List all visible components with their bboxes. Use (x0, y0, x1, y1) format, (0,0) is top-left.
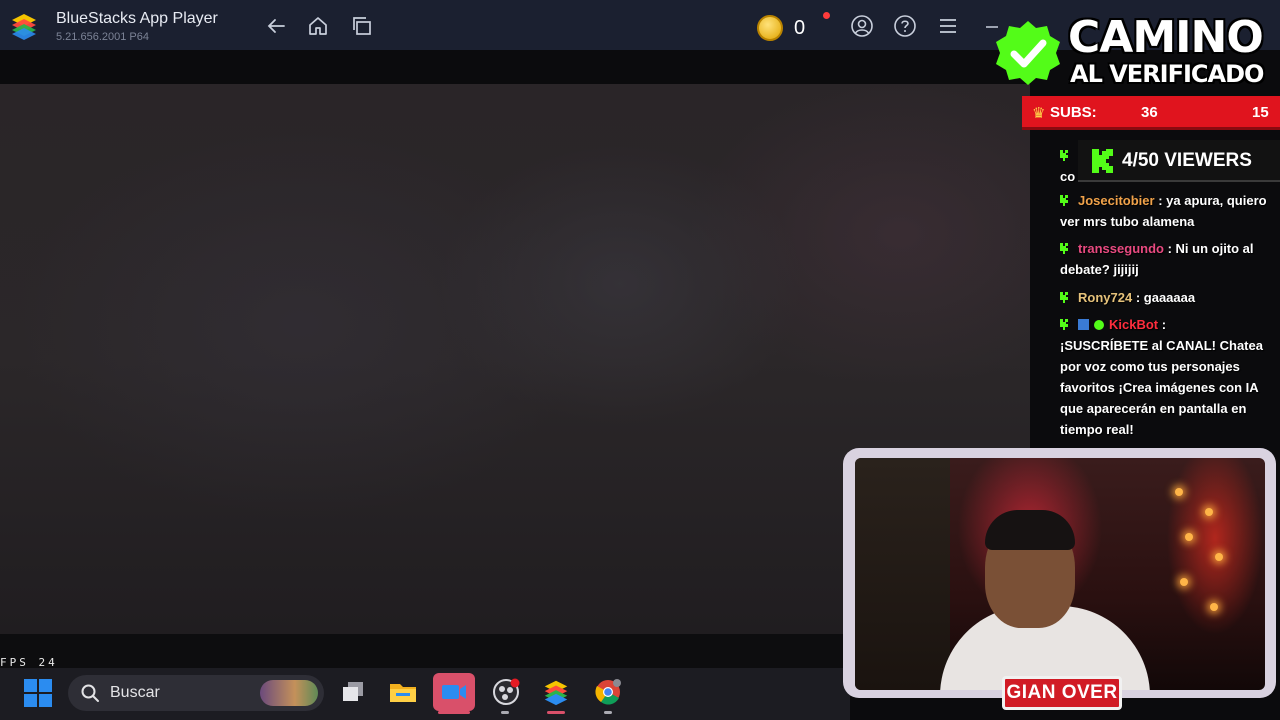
app-title: BlueStacks App Player (56, 10, 218, 27)
task-view-icon[interactable] (337, 676, 369, 708)
home-icon[interactable] (306, 14, 330, 38)
help-icon[interactable] (893, 14, 917, 38)
search-placeholder: Buscar (110, 684, 160, 701)
chat-text: : gaaaaaa (1135, 290, 1196, 305)
string-lights (1155, 478, 1235, 638)
running-indicator (547, 711, 565, 714)
menu-icon[interactable] (936, 14, 960, 38)
coin-icon[interactable] (757, 15, 783, 41)
coin-count: 0 (794, 17, 806, 39)
bluestacks-taskbar-icon[interactable] (540, 676, 572, 708)
kick-badge-icon (1060, 195, 1068, 206)
chat-message-bot: KickBot : ¡SUSCRÍBETE al CANAL! Chatea p… (1060, 314, 1275, 440)
back-arrow-icon[interactable] (264, 14, 288, 38)
chat-username: KickBot (1109, 317, 1159, 332)
video-app-icon[interactable] (433, 673, 475, 711)
bot-badge-icon (1078, 319, 1089, 330)
windows-start-icon[interactable] (24, 679, 52, 707)
stage-bottom-bar (0, 634, 850, 668)
kick-badge-icon (1060, 150, 1068, 161)
kick-badge-icon (1060, 319, 1068, 330)
viewers-count: 4/50 VIEWERS (1122, 150, 1252, 171)
kick-badge-icon (1060, 243, 1068, 254)
subs-label: SUBS: (1050, 104, 1097, 121)
notification-dot (823, 12, 830, 19)
search-highlight-image (260, 680, 318, 706)
chat-username: transsegundo (1078, 241, 1164, 256)
bookshelf (855, 458, 950, 690)
recent-apps-icon[interactable] (350, 14, 374, 38)
kick-badge-icon (1060, 292, 1068, 303)
chat-message: transsegundo : Ni un ojito al debate? ji… (1060, 238, 1275, 280)
obs-icon[interactable] (490, 676, 522, 708)
kick-logo-icon (1092, 149, 1113, 173)
search-icon (81, 684, 99, 702)
streamer-hair (985, 510, 1075, 550)
goal-subtitle: AL VERIFICADO (1070, 60, 1264, 88)
chrome-icon[interactable] (592, 676, 624, 708)
account-icon[interactable] (850, 14, 874, 38)
chat-text: : (1161, 317, 1167, 332)
verified-badge-icon (1094, 320, 1104, 330)
running-indicator (501, 711, 509, 714)
verified-check-icon (996, 21, 1060, 85)
active-app-indicator (438, 711, 470, 714)
crown-icon: ♛ (1032, 105, 1046, 122)
chat-message: Rony724 : gaaaaaa (1060, 287, 1275, 308)
webcam-feed (855, 458, 1265, 690)
bot-message-text: ¡SUSCRÍBETE al CANAL! Chatea por voz com… (1060, 338, 1263, 437)
running-indicator (604, 711, 612, 714)
streamer-name-plate: GIAN OVER (1002, 676, 1122, 710)
goal-title: CAMINO (1068, 12, 1264, 63)
subs-current: 36 (1141, 104, 1158, 121)
app-version: 5.21.656.2001 P64 (56, 31, 149, 43)
chat-partial-text: co (1060, 169, 1076, 184)
chat-username: Rony724 (1078, 290, 1133, 305)
subs-goal: 15 (1252, 104, 1269, 121)
chat-message: Josecitobier : ya apura, quiero ver mrs … (1060, 190, 1275, 232)
chat-username: Josecitobier (1078, 193, 1155, 208)
bluestacks-logo-icon (12, 14, 36, 40)
file-explorer-icon[interactable] (387, 676, 419, 708)
screen: BlueStacks App Player 5.21.656.2001 P64 … (0, 0, 1280, 720)
